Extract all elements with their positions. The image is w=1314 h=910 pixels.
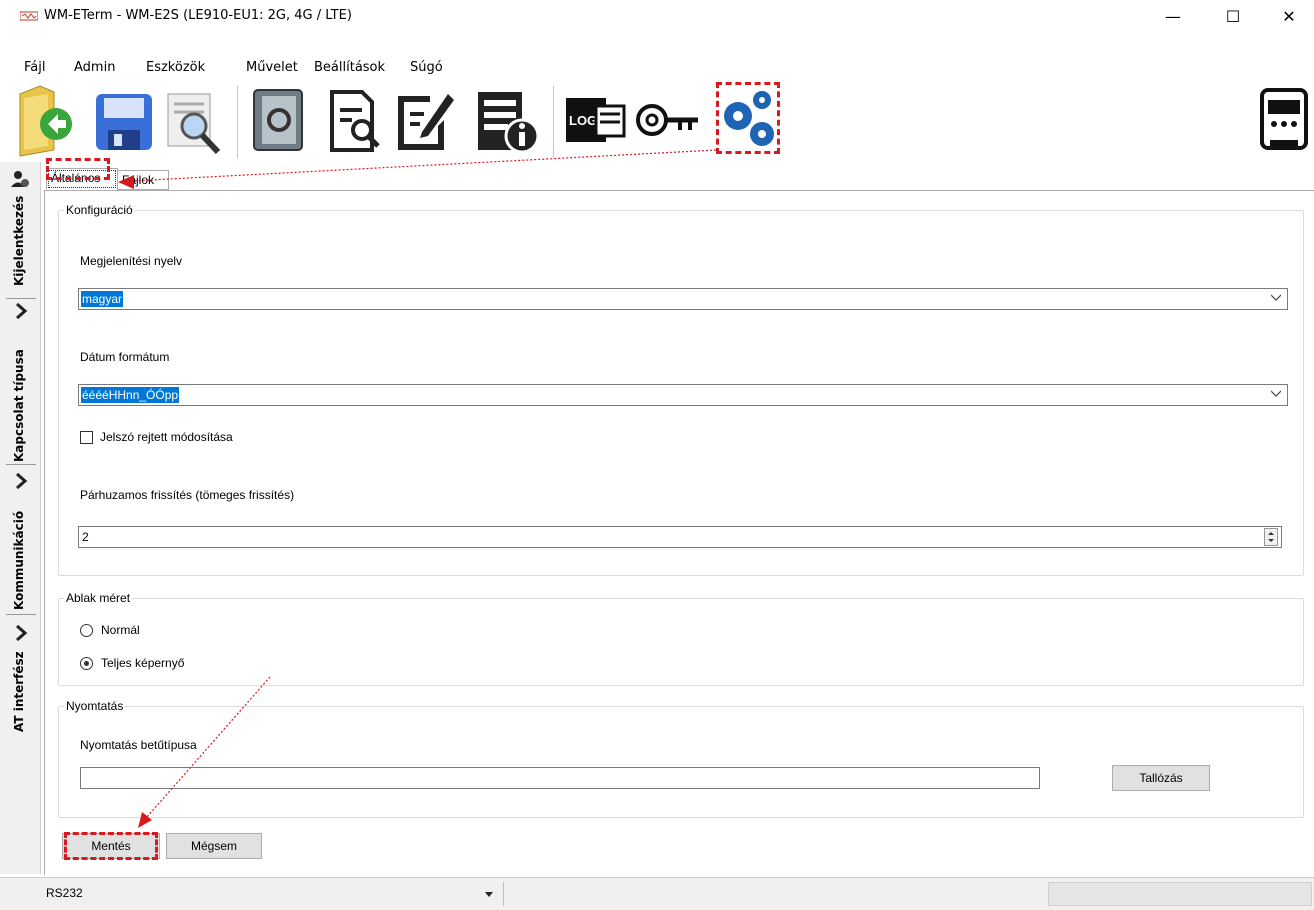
- menu-tools[interactable]: Eszközök: [146, 60, 205, 75]
- radio-normal[interactable]: [80, 624, 93, 637]
- password-checkbox[interactable]: [80, 431, 93, 444]
- radio-fullscreen-label: Teljes képernyő: [101, 656, 185, 670]
- app-icon: [20, 11, 38, 21]
- parallel-input[interactable]: 2: [78, 526, 1282, 548]
- close-button[interactable]: ✕: [1266, 0, 1312, 32]
- nav-connection-type[interactable]: Kapcsolat típusa: [12, 349, 26, 462]
- annotation-tab-highlight: [46, 158, 110, 180]
- document-search-icon[interactable]: [318, 80, 390, 158]
- stepper-arrows-icon: [1268, 532, 1274, 542]
- meter-icon[interactable]: [1248, 80, 1314, 158]
- toolbar-separator: [553, 86, 554, 158]
- maximize-icon: ☐: [1225, 6, 1241, 26]
- menu-help[interactable]: Súgó: [410, 60, 443, 75]
- chevron-right-icon[interactable]: [12, 624, 30, 642]
- menu-operation[interactable]: Művelet: [246, 60, 298, 75]
- window-title: WM-ETerm - WM-E2S (LE910-EU1: 2G, 4G / L…: [44, 8, 352, 23]
- chevron-right-icon[interactable]: [12, 472, 30, 490]
- minimize-button[interactable]: —: [1150, 0, 1196, 32]
- print-font-label: Nyomtatás betűtípusa: [80, 738, 197, 752]
- nav-at-interface[interactable]: AT interfész: [12, 651, 26, 732]
- chevron-down-icon: [1271, 294, 1281, 301]
- config-legend: Konfiguráció: [64, 203, 135, 217]
- log-label: LOG: [569, 113, 597, 128]
- search-document-icon[interactable]: [158, 80, 230, 158]
- open-folder-icon[interactable]: [14, 80, 86, 158]
- tab-files[interactable]: Fájlok: [117, 170, 169, 190]
- print-font-input[interactable]: [80, 767, 1040, 789]
- menu-file[interactable]: Fájl: [24, 60, 45, 75]
- menu-admin[interactable]: Admin: [74, 60, 115, 75]
- key-refresh-icon[interactable]: [632, 80, 704, 158]
- maximize-button[interactable]: ☐: [1210, 0, 1256, 32]
- port-select-value[interactable]: RS232: [46, 886, 83, 900]
- window-size-group: [58, 598, 1304, 686]
- radio-fullscreen[interactable]: [80, 657, 93, 670]
- left-nav: Kijelentkezés Kapcsolat típusa Kommuniká…: [0, 162, 41, 874]
- radio-normal-label: Normál: [101, 623, 140, 637]
- status-bar: RS232: [0, 877, 1314, 910]
- window-size-legend: Ablak méret: [64, 591, 133, 605]
- progress-bar: [1048, 882, 1312, 906]
- language-select[interactable]: magyar: [78, 288, 1288, 310]
- date-format-label: Dátum formátum: [80, 350, 170, 364]
- title-bar: WM-ETerm - WM-E2S (LE910-EU1: 2G, 4G / L…: [0, 0, 1314, 32]
- document-info-icon[interactable]: [472, 80, 544, 158]
- printing-legend: Nyomtatás: [64, 699, 126, 713]
- toolbar-separator: [237, 86, 238, 158]
- parallel-stepper[interactable]: [1264, 528, 1278, 546]
- user-logout-icon[interactable]: [10, 170, 30, 188]
- nav-logout[interactable]: Kijelentkezés: [12, 196, 26, 286]
- cancel-button[interactable]: Mégsem: [166, 833, 262, 859]
- date-format-select[interactable]: ééééHHnn_ÓÓpp: [78, 384, 1288, 406]
- browse-button[interactable]: Tallózás: [1112, 765, 1210, 791]
- language-label: Megjelenítési nyelv: [80, 254, 183, 268]
- printing-group: [58, 706, 1304, 818]
- chevron-down-icon: [1271, 390, 1281, 397]
- language-value: magyar: [81, 291, 124, 307]
- nav-separator: [6, 298, 36, 299]
- date-format-value: ééééHHnn_ÓÓpp: [81, 387, 180, 403]
- nav-separator: [6, 464, 36, 465]
- dropdown-arrow-icon[interactable]: [484, 892, 494, 898]
- parallel-label: Párhuzamos frissítés (tömeges frissítés): [80, 488, 295, 502]
- log-file-icon[interactable]: LOG: [560, 80, 632, 158]
- save-disk-icon[interactable]: [88, 80, 160, 158]
- minimize-icon: —: [1165, 6, 1181, 26]
- chevron-right-icon[interactable]: [12, 302, 30, 320]
- annotation-save-highlight: [64, 832, 158, 860]
- close-icon: ✕: [1282, 6, 1296, 26]
- edit-document-icon[interactable]: [388, 80, 460, 158]
- annotation-gear-highlight: [716, 82, 780, 154]
- password-checkbox-label: Jelszó rejtett módosítása: [100, 430, 233, 444]
- menu-settings[interactable]: Beállítások: [314, 60, 385, 75]
- nav-separator: [6, 614, 36, 615]
- status-separator: [503, 882, 504, 906]
- notebook-icon[interactable]: [244, 80, 316, 158]
- nav-communication[interactable]: Kommunikáció: [12, 511, 26, 610]
